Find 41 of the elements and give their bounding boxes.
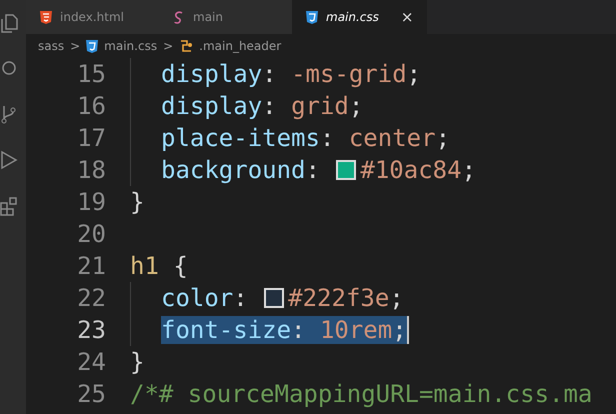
- code-line: place-items: center;: [161, 124, 450, 152]
- code-line: /*# sourceMappingURL=main.css.ma: [130, 380, 592, 408]
- file-tab[interactable]: main.css ×: [292, 0, 428, 34]
- selected-code: font-size: 10rem;: [161, 316, 409, 344]
- line-number: 16: [76, 92, 107, 120]
- breadcrumb-item[interactable]: .main_header: [199, 39, 282, 53]
- line-number: 19: [76, 188, 107, 216]
- css-file-icon: [86, 40, 98, 52]
- run-icon[interactable]: [0, 150, 18, 170]
- sass-file-icon: [173, 10, 185, 24]
- file-tab[interactable]: index.html: [26, 0, 159, 34]
- symbol-icon: [179, 39, 194, 53]
- close-icon[interactable]: ×: [400, 8, 414, 26]
- code-line: }: [130, 188, 144, 216]
- code-line: background: #10ac84;: [161, 156, 476, 184]
- line-number: 23: [76, 316, 107, 344]
- breadcrumb-separator: >: [70, 39, 80, 53]
- files-icon[interactable]: [0, 14, 18, 34]
- code-line: color: #222f3e;: [161, 284, 404, 312]
- line-number: 22: [76, 284, 107, 312]
- line-number: 18: [76, 156, 107, 184]
- line-number: 24: [76, 348, 107, 376]
- breadcrumb-item[interactable]: sass: [38, 39, 64, 53]
- line-number: 25: [76, 380, 107, 408]
- color-swatch[interactable]: [264, 288, 284, 308]
- line-number: 15: [76, 60, 107, 88]
- line-number: 21: [76, 252, 107, 280]
- extensions-icon[interactable]: [0, 196, 18, 216]
- color-swatch[interactable]: [336, 160, 356, 180]
- code-line: display: grid;: [161, 92, 364, 120]
- breadcrumb-item[interactable]: main.css: [104, 39, 158, 53]
- line-number: 17: [76, 124, 107, 152]
- code-line: h1 {: [130, 252, 188, 280]
- line-number: 20: [76, 220, 107, 248]
- breadcrumb-separator: >: [163, 39, 174, 53]
- branch-icon[interactable]: [0, 104, 18, 124]
- file-tab[interactable]: main: [159, 0, 292, 34]
- html-file-icon: [40, 10, 52, 24]
- css-file-icon: [306, 10, 318, 24]
- code-line: }: [130, 348, 144, 376]
- code-line: display: -ms-grid;: [161, 60, 422, 88]
